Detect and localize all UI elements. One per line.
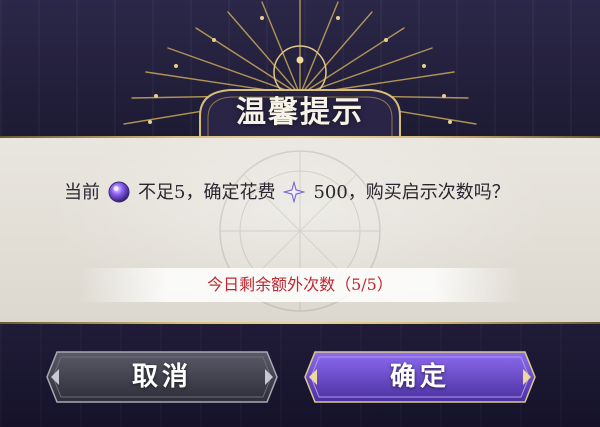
message-text-3: 500，购买启示次数吗？ xyxy=(313,182,510,203)
message-text-2: 不足5，确定花费 xyxy=(138,182,276,203)
dialog-title: 温馨提示 xyxy=(236,95,364,130)
remaining-count-text: 今日剩余额外次数（5/5） xyxy=(207,275,393,294)
game-screen: 温馨提示 当前 不足5，确定花费 500，购买启示次数吗？ 今日剩余额外次数（5… xyxy=(0,0,600,427)
purple-orb-icon xyxy=(108,181,130,203)
cancel-button[interactable]: 取消 xyxy=(45,350,279,404)
confirm-button-label: 确定 xyxy=(389,362,450,392)
confirm-button[interactable]: 确定 xyxy=(303,350,537,404)
star-crystal-icon xyxy=(283,181,306,203)
dialog-message: 当前 不足5，确定花费 500，购买启示次数吗？ xyxy=(64,178,544,208)
message-text-1: 当前 xyxy=(64,182,100,203)
cancel-button-label: 取消 xyxy=(131,362,192,392)
